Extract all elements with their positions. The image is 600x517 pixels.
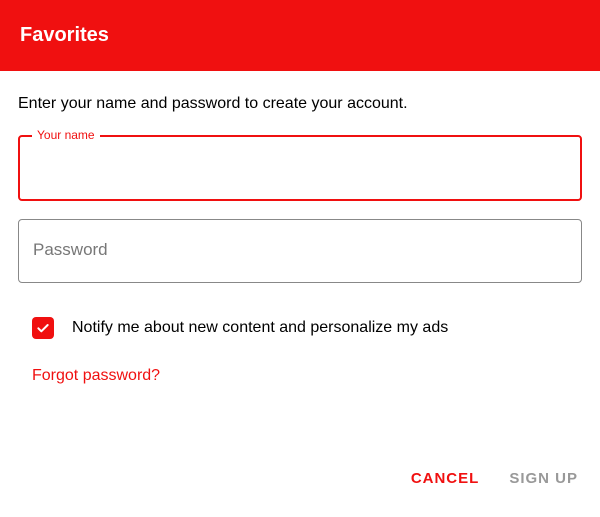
instruction-text: Enter your name and password to create y… — [18, 95, 582, 113]
cancel-button[interactable]: CANCEL — [411, 470, 480, 487]
password-field-wrapper — [18, 219, 582, 283]
forgot-password-link[interactable]: Forgot password? — [18, 367, 174, 385]
notify-checkbox-label: Notify me about new content and personal… — [72, 319, 448, 337]
signup-button[interactable]: SIGN UP — [509, 470, 578, 487]
notify-checkbox[interactable] — [32, 317, 54, 339]
name-input[interactable] — [20, 137, 580, 199]
dialog-title: Favorites — [20, 24, 580, 47]
name-field-wrapper: Your name — [18, 135, 582, 201]
name-field-label: Your name — [32, 128, 100, 142]
dialog-header: Favorites — [0, 0, 600, 71]
notify-checkbox-row: Notify me about new content and personal… — [18, 301, 582, 339]
password-input[interactable] — [19, 220, 581, 282]
check-icon — [35, 320, 51, 336]
dialog-actions: CANCEL SIGN UP — [411, 470, 578, 487]
dialog-content: Enter your name and password to create y… — [0, 71, 600, 385]
